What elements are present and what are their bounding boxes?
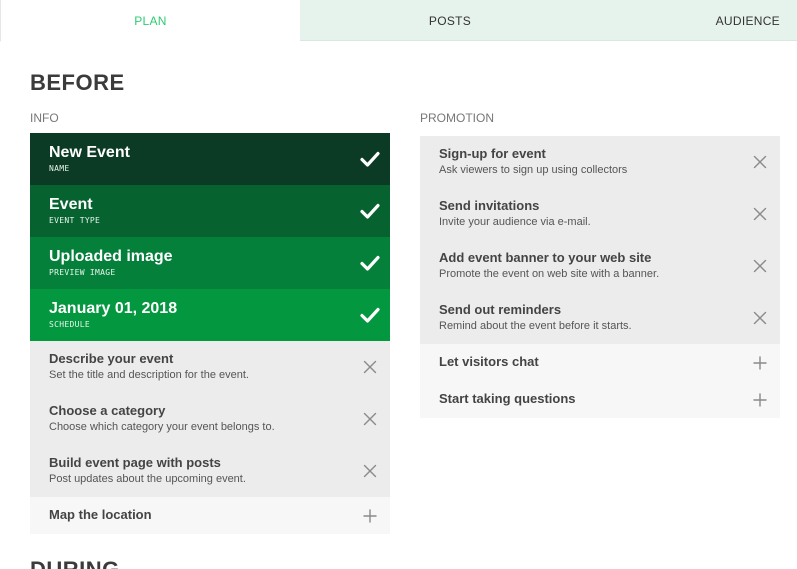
item-title: Start taking questions	[439, 391, 576, 406]
section-title-during: DURING	[30, 557, 120, 569]
info-item-event-type[interactable]: Event EVENT TYPE	[30, 185, 390, 237]
item-subtitle: Promote the event on web site with a ban…	[439, 268, 660, 280]
item-title: New Event	[49, 144, 130, 161]
item-title: Add event banner to your web site	[439, 250, 652, 265]
check-icon	[360, 253, 380, 273]
tab-posts[interactable]: POSTS	[300, 0, 600, 41]
close-icon[interactable]	[360, 357, 380, 377]
promotion-list: Sign-up for event Ask viewers to sign up…	[420, 136, 780, 418]
info-item-name[interactable]: New Event NAME	[30, 133, 390, 185]
info-list: New Event NAME Event EVENT TYPE Uploaded…	[30, 133, 390, 534]
item-subtitle: Invite your audience via e-mail.	[439, 216, 591, 228]
close-icon[interactable]	[750, 256, 770, 276]
promo-item-taking-questions[interactable]: Start taking questions	[420, 381, 780, 418]
info-item-schedule[interactable]: January 01, 2018 SCHEDULE	[30, 289, 390, 341]
item-subtitle: EVENT TYPE	[49, 216, 101, 225]
item-title: Describe your event	[49, 351, 174, 366]
info-item-choose-category[interactable]: Choose a category Choose which category …	[30, 393, 390, 445]
tab-audience[interactable]: AUDIENCE	[600, 0, 797, 41]
plus-icon[interactable]	[750, 353, 770, 373]
close-icon[interactable]	[360, 461, 380, 481]
info-item-preview-image[interactable]: Uploaded image PREVIEW IMAGE	[30, 237, 390, 289]
info-item-build-event-page[interactable]: Build event page with posts Post updates…	[30, 445, 390, 497]
item-title: Sign-up for event	[439, 146, 546, 161]
tab-bar: PLAN POSTS AUDIENCE	[0, 0, 797, 42]
item-subtitle: Post updates about the upcoming event.	[49, 473, 246, 485]
check-icon	[360, 149, 380, 169]
item-title: Event	[49, 196, 93, 213]
plus-icon[interactable]	[750, 390, 770, 410]
info-column-label: INFO	[30, 111, 59, 125]
item-subtitle: Remind about the event before it starts.	[439, 320, 632, 332]
info-item-map-location[interactable]: Map the location	[30, 497, 390, 534]
close-icon[interactable]	[750, 152, 770, 172]
promotion-column-label: PROMOTION	[420, 111, 494, 125]
promo-item-sign-up[interactable]: Sign-up for event Ask viewers to sign up…	[420, 136, 780, 188]
tab-plan[interactable]: PLAN	[0, 0, 300, 42]
item-title: Map the location	[49, 507, 152, 522]
check-icon	[360, 201, 380, 221]
section-title-before: BEFORE	[30, 70, 125, 95]
item-subtitle: Set the title and description for the ev…	[49, 369, 249, 381]
promo-item-send-reminders[interactable]: Send out reminders Remind about the even…	[420, 292, 780, 344]
close-icon[interactable]	[750, 308, 770, 328]
item-subtitle: NAME	[49, 164, 70, 173]
check-icon	[360, 305, 380, 325]
item-title: Let visitors chat	[439, 354, 539, 369]
item-title: Send invitations	[439, 198, 540, 213]
item-title: January 01, 2018	[49, 300, 178, 317]
item-title: Send out reminders	[439, 302, 562, 317]
close-icon[interactable]	[360, 409, 380, 429]
item-subtitle: Choose which category your event belongs…	[49, 421, 275, 433]
promo-item-visitors-chat[interactable]: Let visitors chat	[420, 344, 780, 381]
promo-item-send-invitations[interactable]: Send invitations Invite your audience vi…	[420, 188, 780, 240]
item-subtitle: Ask viewers to sign up using collectors	[439, 164, 628, 176]
close-icon[interactable]	[750, 204, 770, 224]
item-subtitle: PREVIEW IMAGE	[49, 268, 116, 277]
item-title: Build event page with posts	[49, 455, 221, 470]
item-title: Uploaded image	[49, 248, 173, 265]
item-title: Choose a category	[49, 403, 166, 418]
item-subtitle: SCHEDULE	[49, 320, 90, 329]
plus-icon[interactable]	[360, 506, 380, 526]
promo-item-event-banner[interactable]: Add event banner to your web site Promot…	[420, 240, 780, 292]
info-item-describe-event[interactable]: Describe your event Set the title and de…	[30, 341, 390, 393]
